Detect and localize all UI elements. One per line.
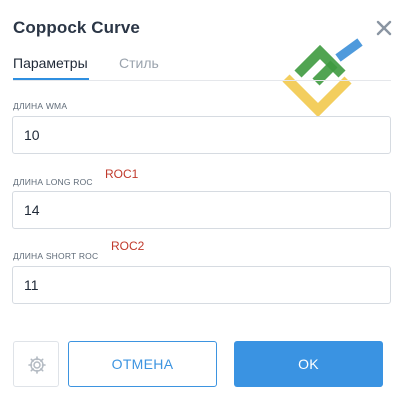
tab-style[interactable]: Стиль bbox=[119, 55, 159, 71]
settings-reset-icon bbox=[28, 356, 46, 374]
tab-parameters[interactable]: Параметры bbox=[13, 55, 88, 71]
long-roc-length-label: ДЛИНА LONG ROC bbox=[13, 177, 93, 187]
dialog-title: Coppock Curve bbox=[13, 18, 140, 37]
tab-bar: Параметры Стиль bbox=[13, 55, 391, 81]
short-roc-length-input[interactable] bbox=[12, 266, 391, 304]
active-tab-indicator bbox=[13, 78, 89, 80]
short-roc-length-label: ДЛИНА SHORT ROC bbox=[13, 251, 99, 261]
roc2-annotation: ROC2 bbox=[111, 239, 145, 253]
wma-length-label: ДЛИНА WMA bbox=[13, 101, 68, 111]
roc1-annotation: ROC1 bbox=[105, 167, 139, 181]
wma-length-input[interactable] bbox=[12, 116, 391, 154]
cancel-button[interactable]: ОТМЕНА bbox=[68, 341, 217, 387]
indicator-settings-dialog: Coppock Curve Параметры Стиль ДЛИНА WMA … bbox=[0, 0, 404, 409]
ok-button[interactable]: OK bbox=[234, 341, 383, 387]
brand-logo-watermark bbox=[278, 38, 368, 128]
long-roc-length-input[interactable] bbox=[12, 191, 391, 229]
close-icon[interactable] bbox=[374, 18, 394, 38]
reset-defaults-button[interactable] bbox=[13, 341, 59, 387]
